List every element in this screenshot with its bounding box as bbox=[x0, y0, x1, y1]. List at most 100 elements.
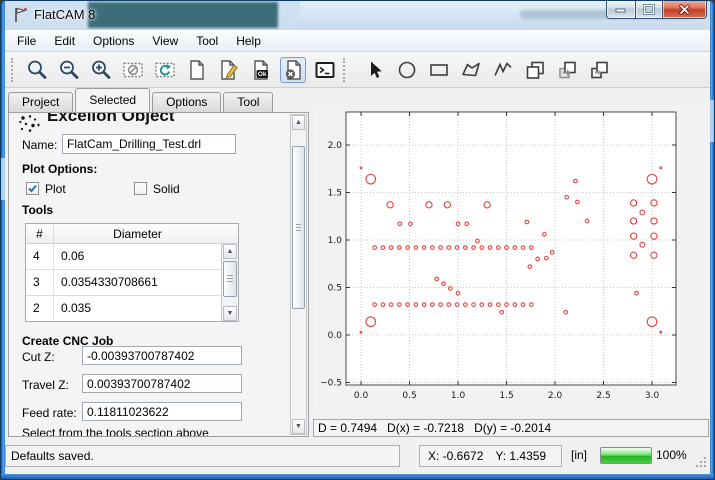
scroll-up-button[interactable]: ▲ bbox=[223, 244, 237, 259]
tab-selected[interactable]: Selected bbox=[75, 88, 150, 112]
tab-project[interactable]: Project bbox=[8, 92, 73, 112]
main-tabbar: ProjectSelectedOptionsTool bbox=[8, 88, 275, 112]
window-frame-bottom bbox=[0, 474, 715, 480]
selected-object-panel: Excellon Object Name: Plot Options: Plot… bbox=[8, 112, 309, 437]
tab-tool[interactable]: Tool bbox=[223, 92, 273, 112]
close-button[interactable] bbox=[662, 0, 707, 19]
resize-grip[interactable] bbox=[693, 454, 707, 468]
tools-col-number[interactable]: # bbox=[26, 224, 54, 243]
cancel-delete-button[interactable] bbox=[280, 57, 306, 83]
measure-dx: D(x) = -0.7218 bbox=[387, 421, 464, 435]
zoom-out-button[interactable] bbox=[56, 57, 82, 83]
measure-bar: D = 0.7494 D(x) = -0.7218 D(y) = -0.2014 bbox=[313, 419, 709, 437]
plot-canvas[interactable]: 0.00.51.01.52.02.53.0−0.50.00.51.01.52.0 bbox=[313, 105, 709, 412]
progress-bar bbox=[600, 447, 652, 464]
zoom-fit-icon bbox=[25, 58, 49, 82]
clear-plot-icon bbox=[121, 58, 145, 82]
draw-polygon-button[interactable] bbox=[458, 57, 484, 83]
replot-button[interactable] bbox=[152, 57, 178, 83]
svg-text:3.0: 3.0 bbox=[645, 391, 660, 401]
tools-col-diameter[interactable]: Diameter bbox=[54, 224, 221, 243]
minimize-button[interactable] bbox=[606, 0, 635, 19]
menu-help[interactable]: Help bbox=[227, 31, 270, 51]
toolbar-grip[interactable] bbox=[11, 58, 15, 82]
frame-gloss-right bbox=[710, 100, 715, 142]
menu-view[interactable]: View bbox=[143, 31, 187, 51]
travel-z-input[interactable] bbox=[82, 374, 242, 393]
frame-gloss bbox=[0, 158, 5, 200]
edit-object-icon bbox=[217, 58, 241, 82]
tools-table-body: 40.0630.035433070866120.035 bbox=[26, 244, 221, 322]
plot-checkbox-label: Plot bbox=[45, 182, 66, 196]
tab-options[interactable]: Options bbox=[152, 92, 221, 112]
y-coordinate: Y: 1.4359 bbox=[495, 449, 546, 463]
draw-polyline-button[interactable] bbox=[490, 57, 516, 83]
name-label: Name: bbox=[22, 138, 57, 152]
run-ok-button[interactable]: Ok bbox=[248, 57, 274, 83]
menu-tool[interactable]: Tool bbox=[187, 31, 227, 51]
solid-checkbox-label: Solid bbox=[153, 182, 180, 196]
svg-text:0.5: 0.5 bbox=[402, 391, 416, 401]
svg-text:2.5: 2.5 bbox=[596, 391, 610, 401]
plot-checkbox[interactable] bbox=[26, 182, 39, 195]
draw-circle-button[interactable] bbox=[394, 57, 420, 83]
svg-text:1.0: 1.0 bbox=[451, 391, 466, 401]
tools-label: Tools bbox=[22, 203, 53, 217]
feed-rate-input[interactable] bbox=[82, 402, 242, 421]
svg-text:2.0: 2.0 bbox=[328, 141, 343, 151]
svg-text:1.0: 1.0 bbox=[328, 236, 343, 246]
title-bar[interactable]: FlatCAM 8 bbox=[0, 0, 715, 30]
panel-scrollbar-thumb[interactable] bbox=[292, 146, 305, 309]
panel-title: Excellon Object bbox=[47, 112, 175, 126]
table-row[interactable]: 40.06 bbox=[26, 244, 221, 270]
check-icon bbox=[27, 183, 38, 194]
tools-hint: Select from the tools section above bbox=[22, 426, 209, 437]
svg-text:−0.5: −0.5 bbox=[320, 379, 342, 389]
paste-geometry-button[interactable] bbox=[586, 57, 612, 83]
plot-panel[interactable]: 0.00.51.01.52.02.53.0−0.50.00.51.01.52.0 bbox=[313, 105, 709, 412]
zoom-in-button[interactable] bbox=[88, 57, 114, 83]
svg-text:0.0: 0.0 bbox=[354, 391, 369, 401]
clear-plot-button[interactable] bbox=[120, 57, 146, 83]
tools-table[interactable]: # Diameter 40.0630.035433070866120.035 ▲… bbox=[25, 223, 239, 322]
panel-scrollbar[interactable]: ▲ ▼ bbox=[290, 114, 307, 435]
maximize-button[interactable] bbox=[635, 0, 662, 19]
draw-circle-icon bbox=[395, 58, 419, 82]
feed-rate-label: Feed rate: bbox=[22, 406, 77, 420]
client-area: FileEditOptionsViewToolHelp Ok ProjectSe… bbox=[5, 30, 710, 474]
scroll-down-button[interactable]: ▼ bbox=[223, 306, 237, 321]
new-file-button[interactable] bbox=[184, 57, 210, 83]
menu-options[interactable]: Options bbox=[84, 31, 143, 51]
shell-button[interactable] bbox=[312, 57, 338, 83]
svg-text:Ok: Ok bbox=[258, 71, 267, 78]
units-label: [in] bbox=[571, 448, 587, 462]
edit-object-button[interactable] bbox=[216, 57, 242, 83]
copy-objects-button[interactable] bbox=[522, 57, 548, 83]
svg-text:2.0: 2.0 bbox=[548, 391, 563, 401]
plot-options-label: Plot Options: bbox=[22, 162, 97, 176]
copy-geometry-button[interactable] bbox=[554, 57, 580, 83]
scrollbar-thumb[interactable] bbox=[223, 261, 237, 297]
table-row[interactable]: 20.035 bbox=[26, 296, 221, 322]
flatcam-logo-icon bbox=[11, 6, 29, 24]
draw-rectangle-button[interactable] bbox=[426, 57, 452, 83]
solid-checkbox[interactable] bbox=[134, 182, 147, 195]
zoom-fit-button[interactable] bbox=[24, 57, 50, 83]
panel-scroll-down-button[interactable]: ▼ bbox=[292, 419, 305, 434]
tools-table-scrollbar[interactable]: ▲ ▼ bbox=[221, 244, 238, 321]
new-file-icon bbox=[185, 58, 209, 82]
menu-file[interactable]: File bbox=[8, 31, 45, 51]
replot-icon bbox=[153, 58, 177, 82]
name-input[interactable] bbox=[62, 134, 236, 154]
measure-dy: D(y) = -0.2014 bbox=[474, 421, 551, 435]
window-frame-right bbox=[710, 0, 715, 480]
toolbar-grip-2[interactable] bbox=[343, 58, 353, 82]
measure-d: D = 0.7494 bbox=[318, 421, 377, 435]
select-pointer-button[interactable] bbox=[362, 57, 388, 83]
status-message: Defaults saved. bbox=[5, 445, 400, 467]
panel-scroll-up-button[interactable]: ▲ bbox=[292, 115, 305, 130]
window-frame-left bbox=[0, 0, 5, 480]
table-row[interactable]: 30.0354330708661 bbox=[26, 270, 221, 296]
cut-z-input[interactable] bbox=[82, 346, 242, 365]
menu-edit[interactable]: Edit bbox=[45, 31, 84, 51]
